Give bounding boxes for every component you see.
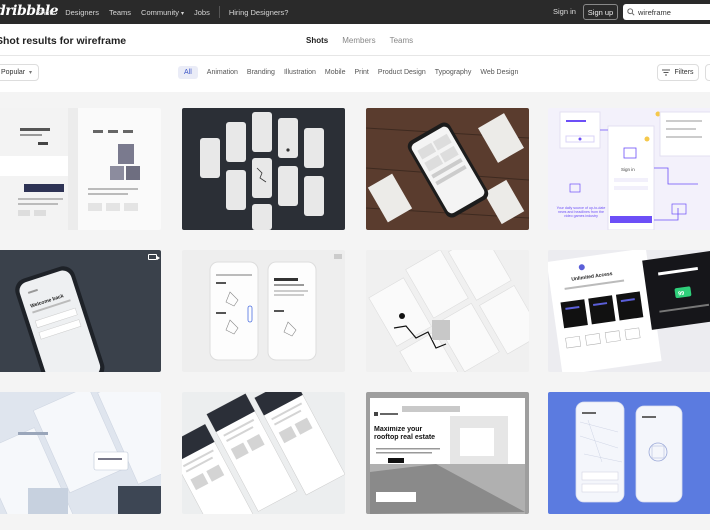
shot-card[interactable] <box>366 250 529 372</box>
shot-card[interactable] <box>182 250 345 372</box>
category-print[interactable]: Print <box>354 69 368 76</box>
nav-hiring-designers[interactable]: Hiring Designers? <box>229 8 289 17</box>
nav-divider <box>218 6 220 18</box>
shot-thumbnail <box>0 392 161 514</box>
more-options-button[interactable] <box>705 64 710 81</box>
shot-thumbnail <box>182 108 345 230</box>
shot-text-headline: Maximize your rooftop real estate <box>374 426 436 441</box>
nav-jobs[interactable]: Jobs <box>194 8 210 17</box>
shot-card[interactable]: Sign in Your daily source of up-to-date … <box>548 108 710 230</box>
chevron-down-icon: ▾ <box>180 10 184 17</box>
shot-thumbnail: Welcome back <box>0 250 161 372</box>
category-filters: All Animation Branding Illustration Mobi… <box>178 66 527 79</box>
results-header: Shot results for wireframe Shots Members… <box>0 24 710 56</box>
shot-thumbnail: Unlimited Access 99 <box>548 250 710 372</box>
category-mobile[interactable]: Mobile <box>325 69 346 76</box>
shot-card[interactable]: Welcome back <box>0 250 161 372</box>
category-branding[interactable]: Branding <box>247 69 275 76</box>
shot-thumbnail: Maximize your rooftop real estate <box>366 392 529 514</box>
shot-text-sign-in: Sign in <box>621 167 635 172</box>
shot-text-price: 99 <box>678 291 685 298</box>
shot-card[interactable]: Unlimited Access 99 <box>548 250 710 372</box>
nav-designers[interactable]: Designers <box>65 8 99 17</box>
category-illustration[interactable]: Illustration <box>284 69 316 76</box>
tab-teams[interactable]: Teams <box>390 36 414 45</box>
category-product-design[interactable]: Product Design <box>378 69 426 76</box>
filters-button[interactable]: Filters <box>657 64 699 81</box>
sort-dropdown[interactable]: Popular ▾ <box>0 64 39 81</box>
category-typography[interactable]: Typography <box>435 69 472 76</box>
shot-thumbnail: Sign in Your daily source of up-to-date … <box>548 108 710 230</box>
search-box[interactable] <box>623 4 710 20</box>
shot-card[interactable] <box>548 392 710 514</box>
shot-card[interactable] <box>366 108 529 230</box>
nav-shots[interactable]: Shots <box>36 8 55 17</box>
category-animation[interactable]: Animation <box>207 69 238 76</box>
shot-card[interactable] <box>182 392 345 514</box>
video-icon <box>148 254 160 260</box>
nav-teams[interactable]: Teams <box>109 8 131 17</box>
sign-in-link[interactable]: Sign in <box>553 7 576 16</box>
filter-icon <box>662 69 671 76</box>
filter-bar: Popular ▾ All Animation Branding Illustr… <box>0 56 710 92</box>
main-nav-links: Shots Designers Teams Community ▾ Jobs Hi… <box>36 0 298 24</box>
shot-card[interactable] <box>0 108 161 230</box>
shot-thumbnail <box>182 250 345 372</box>
sort-dropdown-value: Popular <box>1 69 26 76</box>
page-title: Shot results for wireframe <box>0 35 127 47</box>
shot-card[interactable] <box>182 108 345 230</box>
nav-community-label: Community <box>141 7 179 17</box>
shot-thumbnail <box>366 108 529 230</box>
search-icon <box>627 8 635 16</box>
search-input[interactable] <box>638 7 708 17</box>
tab-shots[interactable]: Shots <box>306 36 328 45</box>
shot-thumbnail <box>0 108 161 230</box>
tab-members[interactable]: Members <box>342 36 375 45</box>
shot-text-tagline: Your daily source of up-to-date news and… <box>556 206 606 219</box>
sign-up-button[interactable]: Sign up <box>583 4 618 20</box>
shot-card[interactable] <box>0 392 161 514</box>
top-nav: dribbble Shots Designers Teams Community… <box>0 0 710 24</box>
filters-button-label: Filters <box>674 69 694 76</box>
category-all[interactable]: All <box>178 66 198 79</box>
results-tabs: Shots Members Teams <box>306 36 427 45</box>
shot-thumbnail <box>548 392 710 514</box>
nav-community[interactable]: Community ▾ <box>141 8 184 17</box>
shot-card[interactable]: Maximize your rooftop real estate <box>366 392 529 514</box>
chevron-down-icon: ▾ <box>28 70 32 76</box>
category-web-design[interactable]: Web Design <box>480 69 518 76</box>
shot-thumbnail <box>182 392 345 514</box>
shot-thumbnail <box>366 250 529 372</box>
